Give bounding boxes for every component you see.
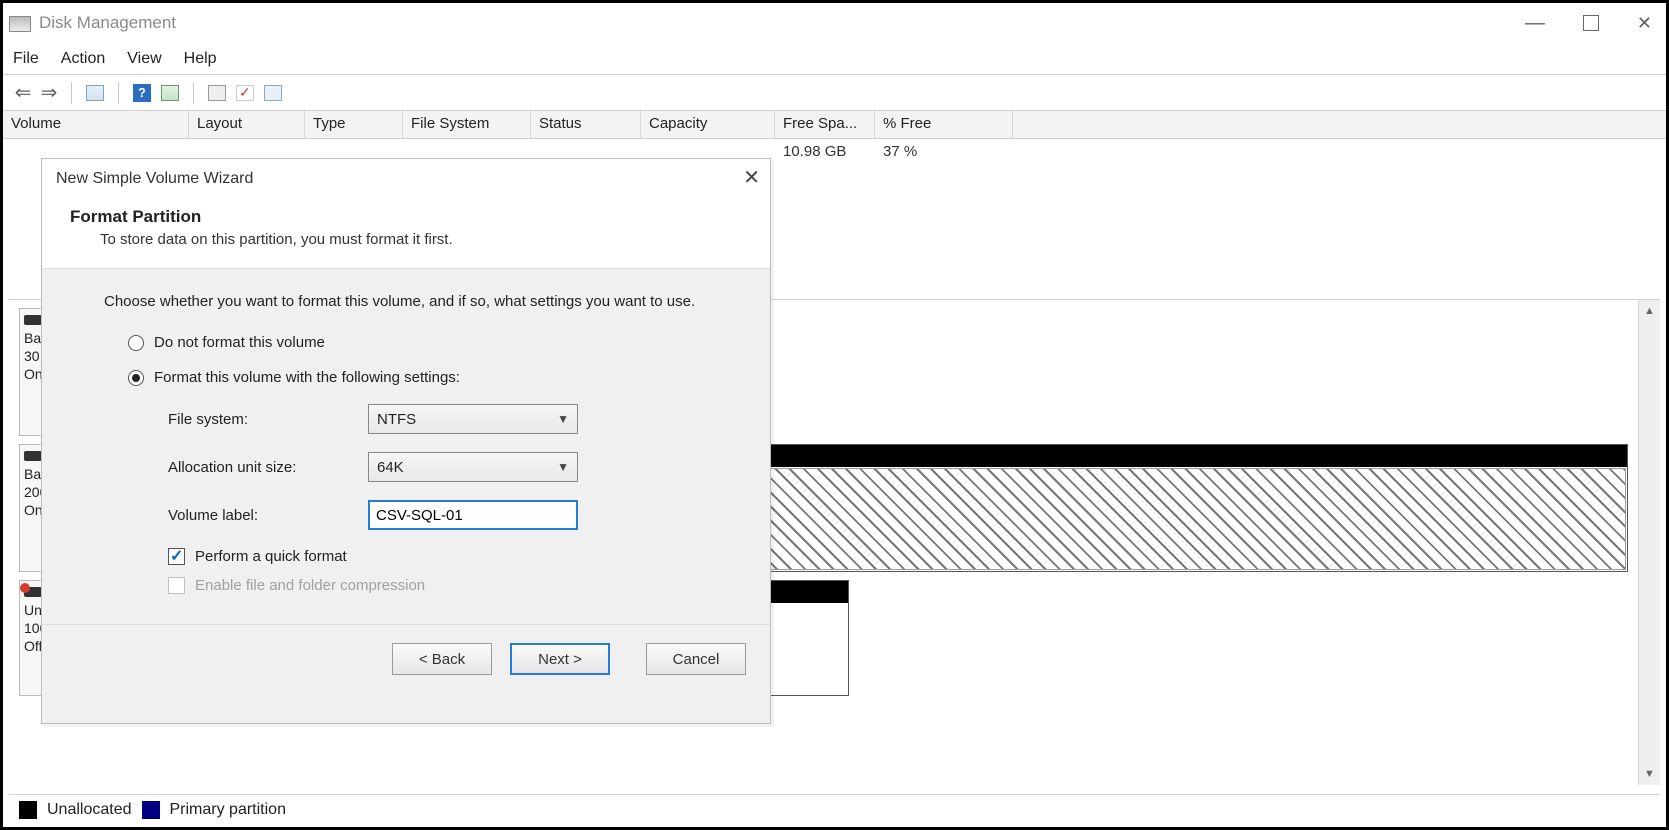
col-spacer bbox=[1013, 111, 1666, 138]
radio-label: Format this volume with the following se… bbox=[154, 369, 460, 386]
select-filesystem[interactable]: NTFS bbox=[368, 404, 578, 434]
radio-label: Do not format this volume bbox=[154, 334, 325, 351]
app-icon bbox=[9, 14, 31, 32]
dialog-title: New Simple Volume Wizard bbox=[56, 170, 253, 188]
select-allocation-unit-size[interactable]: 64K bbox=[368, 452, 578, 482]
select-value: NTFS bbox=[377, 411, 416, 428]
titlebar: Disk Management bbox=[3, 3, 1666, 43]
legend-label-primary: Primary partition bbox=[170, 801, 286, 819]
checkbox-label: Enable file and folder compression bbox=[195, 577, 425, 594]
chevron-down-icon bbox=[557, 412, 569, 426]
toolbar-separator bbox=[71, 82, 72, 104]
label-filesystem: File system: bbox=[168, 411, 368, 428]
dialog-heading: Format Partition bbox=[70, 207, 742, 227]
dialog-buttons: < Back Next > Cancel bbox=[42, 625, 770, 693]
scrollbar-vertical[interactable] bbox=[1638, 300, 1660, 785]
dialog-body: Choose whether you want to format this v… bbox=[42, 269, 770, 616]
radio-icon bbox=[128, 335, 144, 351]
menubar: File Action View Help bbox=[3, 43, 1666, 75]
cancel-button[interactable]: Cancel bbox=[646, 643, 746, 675]
properties-icon[interactable] bbox=[84, 82, 106, 104]
checkbox-label: Perform a quick format bbox=[195, 548, 347, 565]
help-icon[interactable] bbox=[131, 82, 153, 104]
radio-do-not-format[interactable]: Do not format this volume bbox=[128, 334, 730, 351]
dialog-header: Format Partition To store data on this p… bbox=[42, 199, 770, 269]
col-type[interactable]: Type bbox=[305, 111, 403, 138]
legend-bar: Unallocated Primary partition bbox=[9, 794, 1660, 824]
back-button[interactable]: < Back bbox=[392, 643, 492, 675]
dialog-subheading: To store data on this partition, you mus… bbox=[100, 231, 742, 248]
toolbar bbox=[3, 75, 1666, 111]
menu-view[interactable]: View bbox=[127, 50, 161, 68]
menu-action[interactable]: Action bbox=[61, 50, 105, 68]
scroll-up-icon[interactable] bbox=[1639, 300, 1660, 322]
legend-swatch-primary bbox=[142, 801, 160, 819]
chevron-down-icon bbox=[557, 460, 569, 474]
label-volume-label: Volume label: bbox=[168, 507, 368, 524]
dialog-titlebar[interactable]: New Simple Volume Wizard bbox=[42, 159, 770, 199]
radio-format-with-settings[interactable]: Format this volume with the following se… bbox=[128, 369, 730, 386]
col-status[interactable]: Status bbox=[531, 111, 641, 138]
app-title: Disk Management bbox=[39, 13, 176, 33]
window-maximize-button[interactable] bbox=[1583, 15, 1599, 31]
check-icon[interactable] bbox=[234, 82, 256, 104]
col-volume[interactable]: Volume bbox=[3, 111, 189, 138]
legend-label-unallocated: Unallocated bbox=[47, 801, 132, 819]
radio-icon bbox=[128, 370, 144, 386]
nav-forward-icon[interactable] bbox=[39, 80, 59, 105]
checkbox-icon bbox=[168, 548, 185, 565]
col-pctfree[interactable]: % Free bbox=[875, 111, 1013, 138]
new-simple-volume-wizard: New Simple Volume Wizard Format Partitio… bbox=[41, 158, 771, 724]
options-icon[interactable] bbox=[262, 82, 284, 104]
volume-list-headers: Volume Layout Type File System Status Ca… bbox=[3, 111, 1666, 139]
checkbox-icon bbox=[168, 577, 185, 594]
col-filesystem[interactable]: File System bbox=[403, 111, 531, 138]
next-button[interactable]: Next > bbox=[510, 643, 610, 675]
action-icon[interactable] bbox=[206, 82, 228, 104]
dialog-close-button[interactable] bbox=[743, 165, 760, 190]
select-value: 64K bbox=[377, 459, 404, 476]
cell-freespace: 10.98 GB bbox=[783, 143, 883, 160]
list-icon[interactable] bbox=[159, 82, 181, 104]
checkbox-quick-format[interactable]: Perform a quick format bbox=[168, 548, 730, 565]
label-allocation-unit-size: Allocation unit size: bbox=[168, 459, 368, 476]
scroll-down-icon[interactable] bbox=[1639, 763, 1660, 785]
col-capacity[interactable]: Capacity bbox=[641, 111, 775, 138]
cell-pctfree: 37 % bbox=[883, 143, 1021, 160]
input-volume-label[interactable] bbox=[368, 500, 578, 530]
dialog-lead-text: Choose whether you want to format this v… bbox=[104, 293, 730, 310]
toolbar-separator bbox=[193, 82, 194, 104]
menu-file[interactable]: File bbox=[13, 50, 39, 68]
legend-swatch-unallocated bbox=[19, 801, 37, 819]
window-minimize-button[interactable] bbox=[1525, 9, 1545, 37]
menu-help[interactable]: Help bbox=[184, 50, 217, 68]
checkbox-enable-compression: Enable file and folder compression bbox=[168, 577, 730, 594]
toolbar-separator bbox=[118, 82, 119, 104]
nav-back-icon[interactable] bbox=[13, 80, 33, 105]
window-close-button[interactable] bbox=[1637, 9, 1652, 37]
col-layout[interactable]: Layout bbox=[189, 111, 305, 138]
col-freespace[interactable]: Free Spa... bbox=[775, 111, 875, 138]
